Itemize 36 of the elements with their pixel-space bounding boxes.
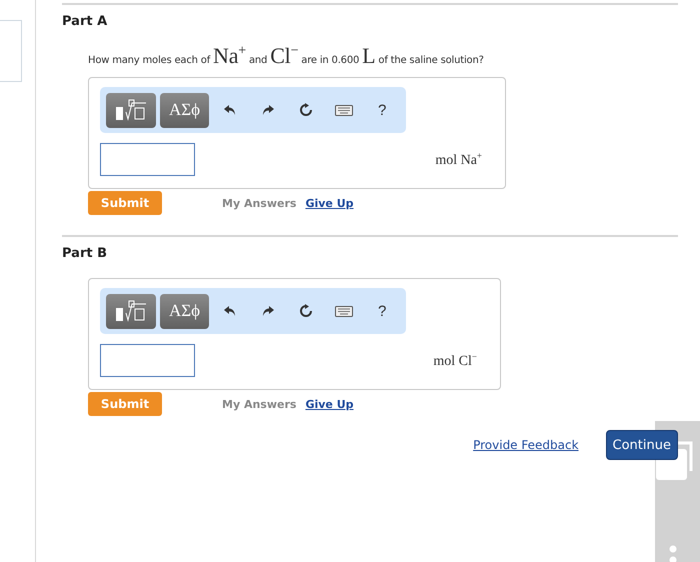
part-label: Part B <box>62 246 108 261</box>
question-text: and <box>248 55 268 66</box>
redo-icon <box>261 104 276 116</box>
feedback-link[interactable]: Provide Feedback <box>473 438 579 452</box>
unit-label: mol Cl$^{−}$ <box>433 351 477 370</box>
give-up-link[interactable]: Give Up <box>305 196 354 210</box>
math-symbol: L <box>362 43 376 69</box>
reset-icon <box>299 304 314 318</box>
question-text: How many moles each of <box>88 55 210 66</box>
help-button[interactable]: ? <box>365 296 400 326</box>
keyboard-icon <box>335 104 354 116</box>
math-symbol: Cl$^{−}$ <box>270 43 298 69</box>
reset-icon <box>299 103 314 117</box>
dots-icon[interactable] <box>669 545 677 562</box>
undo-icon <box>223 104 238 116</box>
template-button[interactable] <box>106 92 156 128</box>
question-text: of the saline solution? <box>378 55 484 66</box>
keyboard-icon <box>335 306 354 316</box>
unit-label: mol Na$^{+}$ <box>435 150 482 169</box>
answer-field[interactable] <box>100 143 195 176</box>
math-symbol: Na$^{+}$ <box>213 43 246 69</box>
symbols-button[interactable]: ΑΣϕ <box>160 294 210 328</box>
answer-field[interactable] <box>100 344 195 377</box>
help-button[interactable]: ? <box>365 95 400 125</box>
redo-icon <box>261 305 276 317</box>
continue-button[interactable]: Continue <box>606 430 678 460</box>
symbols-button[interactable]: ΑΣϕ <box>160 92 210 128</box>
give-up-link[interactable]: Give Up <box>305 398 354 410</box>
template-icon <box>115 300 147 322</box>
undo-icon <box>223 305 238 317</box>
template-button[interactable] <box>106 294 156 328</box>
part-label: Part A <box>62 14 108 29</box>
template-icon <box>115 99 147 121</box>
my-answers-label: My Answers <box>222 196 296 210</box>
question-text: are in 0.600 <box>301 55 360 66</box>
my-answers-label: My Answers <box>222 398 296 410</box>
